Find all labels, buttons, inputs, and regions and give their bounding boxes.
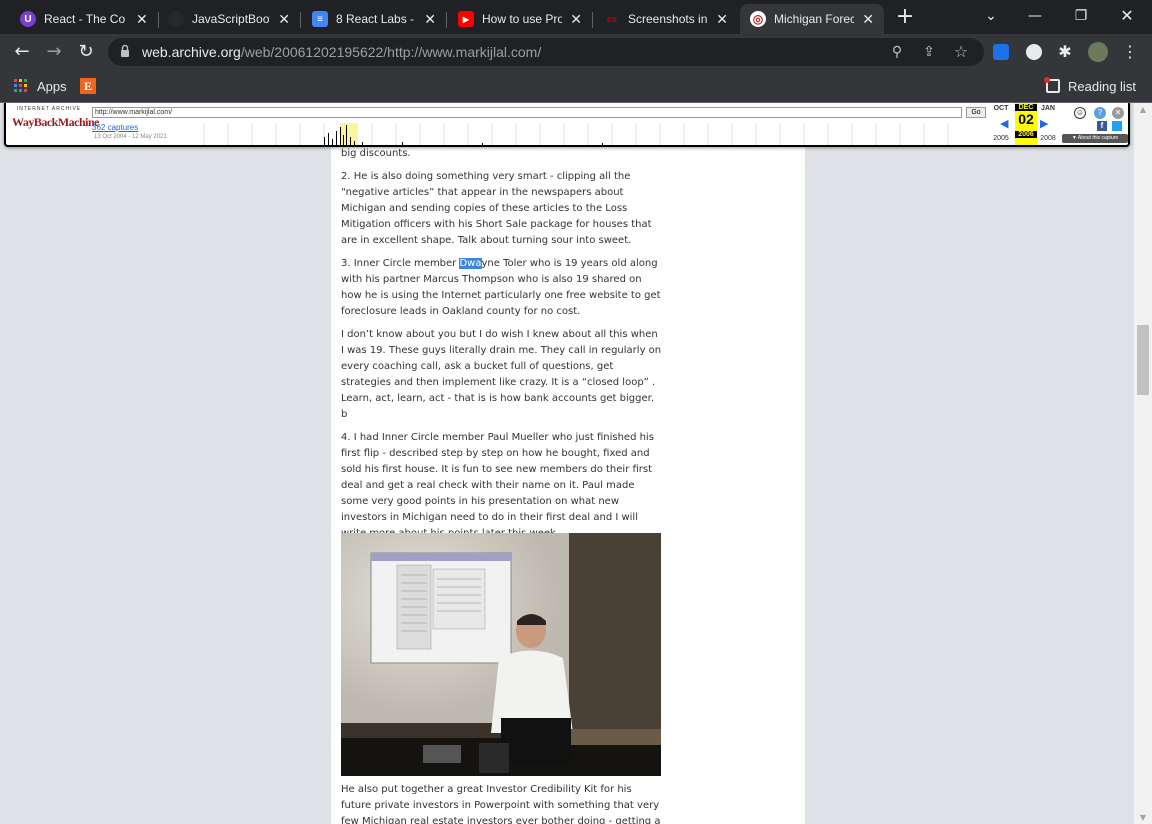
restore-button[interactable]: ❐	[1066, 4, 1096, 28]
article-paragraph: 2. He is also doing something very smart…	[341, 171, 652, 246]
about-capture-button[interactable]: ▼ About this capture	[1062, 134, 1128, 143]
udemy-icon: U	[20, 11, 36, 27]
minimize-button[interactable]: —	[1020, 4, 1050, 28]
apps-shortcut[interactable]: Apps	[14, 76, 67, 96]
close-tab-icon[interactable]: ✕	[716, 11, 728, 28]
address-bar[interactable]: web.archive.org/web/20061202195622/http:…	[108, 38, 984, 66]
twitter-icon[interactable]	[1112, 121, 1122, 131]
etsy-icon: E	[80, 78, 96, 94]
scroll-down-icon[interactable]: ▼	[1138, 813, 1148, 822]
browser-chrome: U React - The Co ✕ JavaScriptBootc ✕ ≡ 8…	[0, 0, 1152, 103]
prev-month-label: OCT	[993, 105, 1009, 112]
wayback-machine-logo[interactable]: INTERNET ARCHIVE WayBackMachine	[12, 106, 100, 144]
youtube-icon: ▶	[458, 11, 474, 27]
tab-divider	[300, 12, 301, 28]
menu-icon[interactable]: ⋮	[1121, 43, 1139, 61]
next-capture-arrow-icon[interactable]: ▶	[1040, 117, 1048, 130]
tab-search-icon[interactable]: ⌄	[976, 4, 1006, 28]
tab-divider	[592, 12, 593, 28]
wayback-toolbar: INTERNET ARCHIVE WayBackMachine http://w…	[4, 103, 1130, 147]
tab-screenshots[interactable]: cs Screenshots in ✕	[594, 4, 738, 34]
article-paragraph: 4. I had Inner Circle member Paul Muelle…	[341, 432, 654, 539]
profile-avatar[interactable]	[1088, 42, 1108, 62]
scrollbar-thumb[interactable]	[1137, 325, 1149, 395]
toolbar: ← → ↻ web.archive.org/web/20061202195622…	[0, 34, 1152, 70]
tab-javascriptbootcamp[interactable]: JavaScriptBootc ✕	[158, 4, 300, 34]
user-icon[interactable]: ☺	[1074, 107, 1086, 119]
close-window-button[interactable]: ✕	[1112, 4, 1142, 28]
tab-react[interactable]: U React - The Co ✕	[10, 4, 158, 34]
article-paragraph: big discounts.	[341, 148, 411, 159]
close-tab-icon[interactable]: ✕	[136, 11, 148, 28]
tab-youtube[interactable]: ▶ How to use Pro ✕	[448, 4, 592, 34]
reading-list-icon	[1044, 77, 1060, 93]
bookmark-star-icon[interactable]: ☆	[952, 43, 970, 61]
presentation-photo	[341, 533, 661, 776]
google-docs-icon: ≡	[312, 11, 328, 27]
site-icon: cs	[606, 14, 617, 24]
extension-icon[interactable]	[1026, 44, 1042, 60]
reading-list-label: Reading list	[1068, 78, 1136, 94]
lock-icon	[121, 44, 129, 57]
github-icon	[168, 11, 184, 27]
tab-title: 8 React Labs - F	[336, 12, 417, 26]
page-viewport: big discounts. 2. He is also doing somet…	[0, 103, 1134, 824]
scroll-up-icon[interactable]: ▲	[1138, 105, 1148, 114]
article-body: big discounts. 2. He is also doing somet…	[341, 146, 663, 549]
reading-list-button[interactable]: Reading list	[1044, 76, 1136, 96]
wayback-go-button[interactable]: Go	[966, 107, 986, 118]
tab-react-labs[interactable]: ≡ 8 React Labs - F ✕	[302, 4, 446, 34]
reload-button[interactable]: ↻	[74, 40, 98, 64]
tab-title: How to use Pro	[482, 12, 563, 26]
archive-icon: ◎	[750, 11, 766, 27]
captures-link[interactable]: 362 captures	[92, 123, 138, 132]
tab-divider	[446, 12, 447, 28]
close-tab-icon[interactable]: ✕	[862, 11, 874, 28]
article-paragraph: I don’t know about you but I do wish I k…	[341, 329, 662, 420]
zoom-icon[interactable]: ⚲	[888, 43, 906, 61]
article-page: big discounts. 2. He is also doing somet…	[331, 103, 805, 824]
tab-title: Michigan Forec	[774, 12, 855, 26]
puzzle-extensions-icon[interactable]: ✱	[1056, 43, 1074, 61]
next-year-label: 2008	[1040, 135, 1056, 142]
tab-michigan-active[interactable]: ◎ Michigan Forec ✕	[740, 4, 884, 34]
close-tab-icon[interactable]: ✕	[424, 11, 436, 28]
prev-year-label: 2005	[993, 135, 1009, 142]
next-month-label: JAN	[1040, 105, 1055, 112]
wayback-url-input[interactable]: http://www.markijlal.com/	[92, 107, 962, 118]
bookmarks-bar: Apps E Reading list	[0, 70, 1152, 103]
close-tab-icon[interactable]: ✕	[278, 11, 290, 28]
etsy-bookmark[interactable]: E	[80, 76, 96, 96]
facebook-icon[interactable]: f	[1097, 121, 1107, 131]
url-text: web.archive.org/web/20061202195622/http:…	[142, 44, 542, 60]
forward-button[interactable]: →	[42, 40, 66, 64]
apps-grid-icon	[14, 79, 27, 92]
capture-sparkline[interactable]	[182, 123, 962, 145]
close-tab-icon[interactable]: ✕	[570, 11, 582, 28]
tab-title: JavaScriptBootc	[192, 12, 271, 26]
apps-label: Apps	[37, 78, 67, 94]
selected-text: Dwa	[459, 258, 482, 269]
capture-range: 13 Oct 2004 - 12 May 2021	[94, 134, 167, 140]
tab-title: React - The Co	[44, 12, 126, 26]
extension-icon[interactable]	[993, 44, 1009, 60]
article-paragraph: 3. Inner Circle member Dwayne Toler who …	[341, 258, 661, 317]
current-capture: DEC 02 2006	[1015, 103, 1037, 145]
tab-strip: U React - The Co ✕ JavaScriptBootc ✕ ≡ 8…	[0, 0, 1152, 34]
tab-title: Screenshots in	[628, 12, 708, 26]
new-tab-button[interactable]: +	[893, 6, 917, 30]
prev-capture-arrow-icon[interactable]: ◀	[1000, 117, 1008, 130]
article-paragraph: He also put together a great Investor Cr…	[341, 784, 661, 824]
help-icon[interactable]: ?	[1094, 107, 1106, 119]
close-toolbar-icon[interactable]: ✕	[1112, 107, 1124, 119]
share-icon[interactable]: ⇪	[920, 43, 938, 61]
back-button[interactable]: ←	[10, 40, 34, 64]
page-scrollbar[interactable]: ▲ ▼	[1134, 103, 1152, 824]
